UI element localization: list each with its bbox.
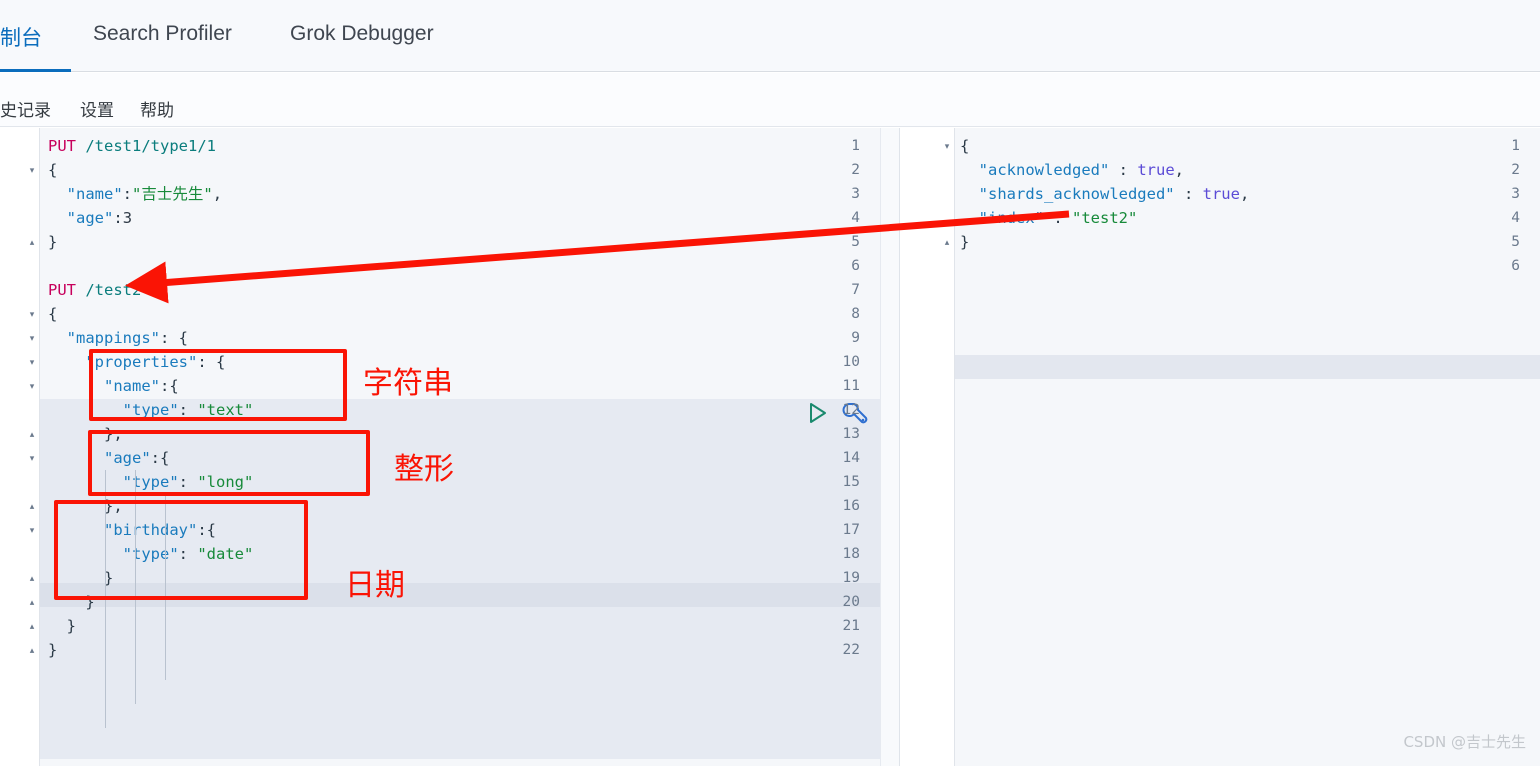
fold-toggle-icon[interactable]: ▴: [25, 614, 39, 638]
line-number: 6: [1511, 258, 1520, 274]
fold-toggle-icon[interactable]: ▾: [25, 302, 39, 326]
code-line[interactable]: "mappings": {: [48, 326, 188, 350]
line-number: 9: [851, 330, 860, 346]
age-field-box: [88, 430, 370, 496]
line-number: 2: [851, 162, 860, 178]
menu-help[interactable]: 帮助: [140, 96, 174, 121]
menu-history[interactable]: 史记录: [0, 96, 51, 121]
code-line[interactable]: "shards_acknowledged" : true,: [960, 182, 1250, 206]
fold-toggle-icon[interactable]: ▾: [25, 158, 39, 182]
fold-toggle-icon[interactable]: ▴: [25, 422, 39, 446]
code-line[interactable]: {: [960, 134, 969, 158]
code-line[interactable]: }: [48, 614, 76, 638]
line-number: 5: [851, 234, 860, 250]
line-number: 19: [842, 570, 860, 586]
line-number: 21: [842, 618, 860, 634]
pane-splitter[interactable]: [880, 128, 900, 766]
fold-toggle-icon[interactable]: ▴: [25, 230, 39, 254]
console-menu-bar: [0, 73, 1540, 127]
fold-toggle-icon[interactable]: ▾: [940, 134, 954, 158]
line-number: 1: [1511, 138, 1520, 154]
tab-console[interactable]: 制台: [0, 22, 42, 52]
line-number: 7: [851, 282, 860, 298]
fold-toggle-icon[interactable]: ▾: [25, 446, 39, 470]
fold-toggle-icon[interactable]: ▾: [25, 326, 39, 350]
line-number: 14: [842, 450, 860, 466]
properties-name-box: [89, 349, 347, 421]
line-number: 22: [842, 642, 860, 658]
code-line[interactable]: }: [960, 230, 969, 254]
birthday-field-box: [54, 500, 308, 600]
line-number: 5: [1511, 234, 1520, 250]
top-tab-bar: 制台 Search Profiler Grok Debugger: [0, 0, 1540, 72]
fold-toggle-icon[interactable]: ▾: [25, 374, 39, 398]
line-number: 15: [842, 474, 860, 490]
fold-toggle-icon[interactable]: ▴: [940, 230, 954, 254]
code-line[interactable]: }: [48, 230, 57, 254]
line-number: 20: [842, 594, 860, 610]
csdn-watermark: CSDN @吉士先生: [1403, 733, 1526, 751]
line-number: 12: [842, 402, 860, 418]
line-number: 6: [851, 258, 860, 274]
line-number: 3: [851, 186, 860, 202]
label-integer: 整形: [394, 452, 454, 487]
tab-search-profiler[interactable]: Search Profiler: [93, 22, 232, 46]
code-line[interactable]: PUT /test1/type1/1: [48, 134, 216, 158]
fold-toggle-icon[interactable]: ▾: [25, 518, 39, 542]
line-number: 17: [842, 522, 860, 538]
line-number: 8: [851, 306, 860, 322]
active-tab-indicator: [0, 69, 71, 72]
line-number: 16: [842, 498, 860, 514]
label-date: 日期: [345, 568, 405, 603]
line-number: 2: [1511, 162, 1520, 178]
code-line[interactable]: "name":"吉士先生",: [48, 182, 222, 206]
line-number: 3: [1511, 186, 1520, 202]
code-line[interactable]: "index" : "test2": [960, 206, 1138, 230]
line-number: 18: [842, 546, 860, 562]
menu-settings[interactable]: 设置: [80, 96, 114, 121]
line-number: 4: [1511, 210, 1520, 226]
code-line[interactable]: }: [48, 638, 57, 662]
fold-toggle-icon[interactable]: ▴: [25, 494, 39, 518]
code-line[interactable]: PUT /test2: [48, 278, 141, 302]
fold-toggle-icon[interactable]: ▾: [25, 350, 39, 374]
fold-toggle-icon[interactable]: ▴: [25, 638, 39, 662]
code-line[interactable]: {: [48, 302, 57, 326]
line-number: 10: [842, 354, 860, 370]
line-number: 4: [851, 210, 860, 226]
line-number: 13: [842, 426, 860, 442]
code-line[interactable]: "acknowledged" : true,: [960, 158, 1184, 182]
fold-toggle-icon[interactable]: ▴: [25, 566, 39, 590]
play-icon[interactable]: [810, 403, 826, 423]
line-number: 11: [842, 378, 860, 394]
label-string: 字符串: [363, 366, 453, 401]
tab-grok-debugger[interactable]: Grok Debugger: [290, 22, 434, 46]
code-line[interactable]: {: [48, 158, 57, 182]
response-pane[interactable]: 1 ▾{2 "acknowledged" : true, 3 "shards_ack…: [900, 128, 1540, 766]
fold-toggle-icon[interactable]: ▴: [25, 590, 39, 614]
line-number: 1: [851, 138, 860, 154]
code-line[interactable]: "age":3: [48, 206, 132, 230]
